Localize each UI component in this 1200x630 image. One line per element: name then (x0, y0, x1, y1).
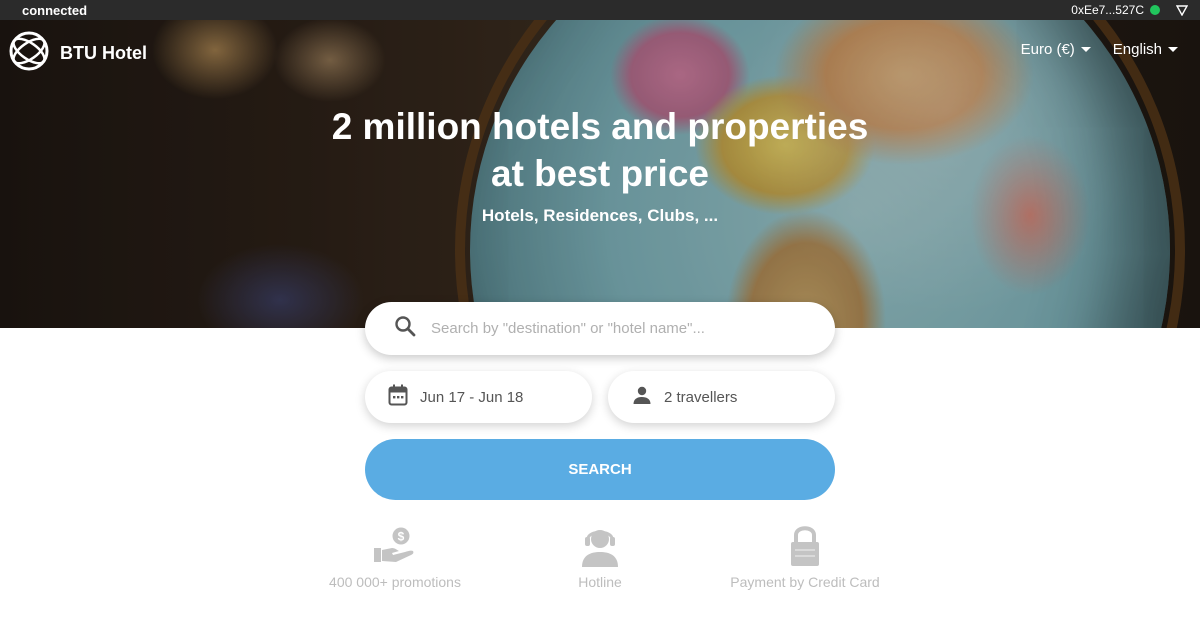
triangle-down-icon[interactable] (1174, 3, 1190, 17)
search-icon (393, 314, 417, 343)
headset-icon (540, 524, 660, 568)
brand-logo[interactable]: BTU Hotel (8, 30, 147, 77)
travellers-selector[interactable]: 2 travellers (608, 371, 835, 423)
svg-text:$: $ (398, 530, 405, 544)
connection-status: connected (22, 2, 88, 18)
feature-payment-label: Payment by Credit Card (730, 574, 880, 590)
hand-money-icon: $ (310, 524, 480, 568)
header-nav: Euro (€) English (1021, 41, 1178, 58)
search-button[interactable]: SEARCH (365, 439, 835, 500)
chevron-down-icon (1080, 47, 1091, 52)
feature-payment: Payment by Credit Card (700, 524, 910, 590)
language-label: English (1112, 41, 1162, 58)
brand-name: BTU Hotel (60, 43, 147, 63)
date-range-value: Jun 17 - Jun 18 (420, 388, 524, 406)
hero-subtitle: Hotels, Residences, Clubs, ... (481, 206, 719, 225)
feature-hotline: Hotline (540, 524, 660, 590)
calendar-icon (388, 384, 408, 410)
currency-selector[interactable]: Euro (€) (1021, 41, 1091, 58)
feature-promotions: $ 400 000+ promotions (310, 524, 480, 590)
language-selector[interactable]: English (1113, 41, 1178, 58)
connected-dot-icon (1150, 5, 1160, 15)
status-bar: connected 0xEe7...527C (0, 0, 1200, 20)
search-box[interactable] (365, 302, 835, 355)
travellers-value: 2 travellers (664, 388, 738, 406)
lock-icon (700, 524, 910, 568)
feature-hotline-label: Hotline (578, 574, 622, 590)
currency-label: Euro (€) (1020, 41, 1075, 58)
hero-title-line1: 2 million hotels and properties (331, 106, 869, 147)
search-input[interactable] (431, 320, 811, 337)
feature-promotions-label: 400 000+ promotions (329, 574, 461, 590)
hero-title-line2: at best price (491, 153, 709, 194)
date-range-picker[interactable]: Jun 17 - Jun 18 (365, 371, 592, 423)
hero-title: 2 million hotels and properties at best … (0, 103, 1200, 197)
chevron-down-icon (1168, 47, 1178, 52)
wallet-status: 0xEe7...527C (1071, 3, 1190, 17)
globe-logo-icon (8, 30, 50, 77)
wallet-address[interactable]: 0xEe7...527C (1071, 3, 1144, 17)
person-icon (632, 385, 652, 409)
